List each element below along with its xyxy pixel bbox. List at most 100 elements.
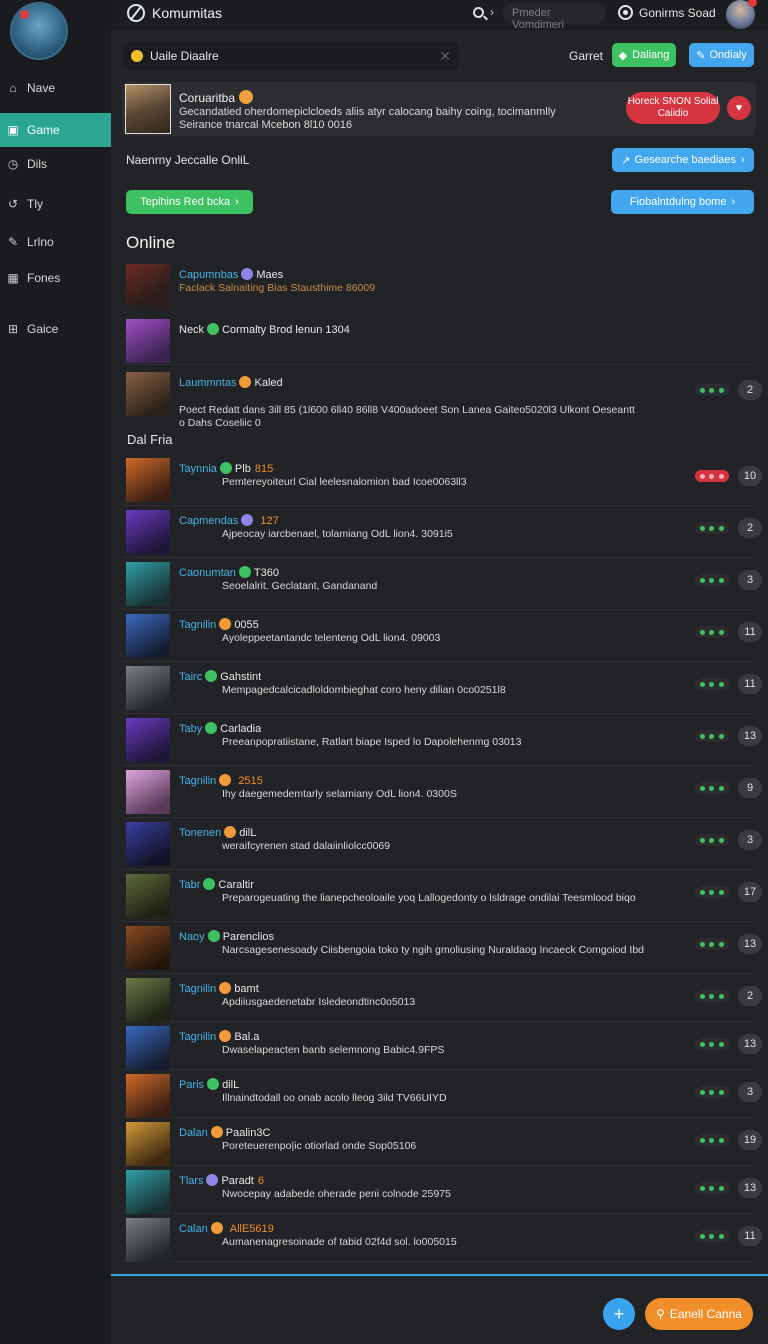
user-avatar[interactable] — [726, 0, 757, 29]
friend-activity: Ayoleppeetantandc telenteng OdL lion4. 0… — [222, 632, 441, 644]
emoji-icon — [239, 90, 254, 104]
count-badge: 13 — [738, 934, 762, 954]
level-value: 2515 — [238, 775, 263, 787]
presence-indicator — [695, 834, 729, 846]
game-thumbnail — [126, 614, 170, 658]
ondialy-button[interactable]: ✎ Ondialy — [689, 43, 754, 67]
cancel-link[interactable]: Garret — [569, 49, 603, 63]
cta-button-label: Eanell Canna — [669, 1307, 742, 1321]
heart-icon[interactable]: ♥ — [727, 96, 751, 120]
sidebar-item-lrlno[interactable]: ✎ Lrlno — [0, 226, 111, 258]
friend-row[interactable]: Capmendas 127 Ajpeocay iarcbenael, tolamia… — [122, 506, 762, 558]
game-thumbnail — [126, 822, 170, 866]
friend-row[interactable]: Tagnilin Bal.a Dwaselapeacten banb selemno… — [122, 1022, 762, 1070]
sidebar-item-label: Lrlno — [27, 235, 54, 249]
search-icon[interactable] — [473, 7, 484, 18]
level-value: 815 — [254, 463, 274, 475]
friend-row[interactable]: Dalan Paalin3C Poreteuerenpo|ic otiorlad o… — [122, 1118, 762, 1166]
user-name[interactable]: Gonirms Soad — [639, 6, 716, 20]
tepihins-button[interactable]: Tepihins Red bcka › — [126, 190, 253, 214]
friend-activity: Ihy daegemedemtarly selamiany OdL lion4.… — [222, 788, 457, 800]
friend-row[interactable]: Tonenen dilL weraifcyrenen stad dalaiinlio… — [122, 818, 762, 870]
level-value: 127 — [260, 515, 279, 527]
status-input[interactable]: Uaile Diaalre ✕ — [123, 42, 459, 70]
game-thumbnail — [126, 718, 170, 762]
count-badge: 3 — [738, 830, 762, 850]
friend-row[interactable]: Calan AllE5619 Aumanenagresoinade of tabid… — [122, 1214, 762, 1262]
status-icon — [203, 878, 216, 890]
count-badge: 3 — [738, 570, 762, 590]
gear-icon[interactable] — [618, 5, 633, 20]
search-badges-button[interactable]: ↗ Gesearche baediaes › — [612, 148, 754, 172]
presence-indicator — [695, 678, 729, 690]
clear-icon[interactable]: ✕ — [439, 48, 451, 65]
game-thumbnail — [126, 510, 170, 554]
search-input[interactable]: Pmeder Vomdimeri — [503, 3, 605, 31]
status-icon — [219, 462, 232, 474]
profile-avatar[interactable] — [10, 2, 68, 60]
friend-row[interactable]: Paris dilL Illnaindtodall oo onab acolo ll… — [122, 1070, 762, 1118]
friend-name: Tagnilin 2515 — [179, 774, 263, 787]
count-badge: 11 — [738, 674, 762, 694]
featured-title: Coruaritba — [179, 90, 254, 105]
sidebar-item-home[interactable]: ⌂ Nave — [0, 72, 111, 104]
sidebar-item-gaice[interactable]: ⊞ Gaice — [0, 313, 111, 345]
count-badge: 3 — [738, 1082, 762, 1102]
friend-row[interactable]: Naoy Parenclios Narcsagesenesoady Ciisbeng… — [122, 922, 762, 974]
friend-name: Tlars Paradt 6 — [179, 1174, 264, 1187]
list-item[interactable]: Neck Cormalty Brod lenun 1304 — [122, 315, 756, 365]
featured-pill-button[interactable]: Horeck SNON Solial Caiidio — [626, 92, 720, 124]
count-badge: 13 — [738, 1178, 762, 1198]
friend-name: Naoy Parenclios — [179, 930, 275, 943]
count-badge: 10 — [738, 466, 762, 486]
status-value: Uaile Diaalre — [150, 49, 219, 63]
sidebar-item-game[interactable]: ▣ Game — [0, 113, 111, 147]
status-icon — [207, 1078, 220, 1090]
list-item[interactable]: Laummntas Kaled Poect Redatt dans 3ill 85… — [122, 368, 762, 429]
friend-row[interactable]: Taby Carladia Preeanpopratiistane, Ratlart… — [122, 714, 762, 766]
friend-name: Neck Cormalty Brod lenun 1304 — [179, 323, 350, 336]
presence-indicator — [695, 1086, 729, 1098]
presence-indicator — [695, 1134, 729, 1146]
add-button[interactable]: + — [603, 1298, 635, 1330]
fiobalnt-button[interactable]: Fiobalntdulng bome › — [611, 190, 754, 214]
status-icon — [219, 774, 232, 786]
featured-thumbnail — [125, 84, 171, 134]
friend-row[interactable]: Tairc Gahstint Mempagedcalcicadloldombiegh… — [122, 662, 762, 714]
list-item[interactable]: Capumnbas Maes Faclack Salnaiting Bias St… — [122, 260, 756, 314]
game-thumbnail — [126, 1218, 170, 1262]
sidebar-item-fones[interactable]: ▦ Fones — [0, 262, 111, 294]
tepihins-label: Tepihins Red bcka — [140, 196, 231, 208]
home-icon: ⌂ — [9, 81, 17, 95]
friend-row[interactable]: Tagnilin bamt Apdiiusgaedenetabr Isledeond… — [122, 974, 762, 1022]
count-badge: 13 — [738, 726, 762, 746]
friend-row[interactable]: Tagnilin 2515 Ihy daegemedemtarly selamian… — [122, 766, 762, 818]
section-heading-friends: Dal Fria — [127, 432, 173, 447]
fiobalnt-label: Fiobalntdulng bome — [629, 196, 727, 208]
sidebar-item-dils[interactable]: ◷ Dils — [0, 148, 111, 180]
friend-row[interactable]: Taynnia Plb 815 Pemtereyoiteurl Cial leeles… — [122, 454, 762, 506]
game-thumbnail — [126, 1122, 170, 1166]
sidebar-item-label: Gaice — [27, 322, 59, 336]
chevron-right-icon[interactable]: › — [490, 5, 494, 19]
friend-activity: Nwocepay adabede oherade peni colnode 25… — [222, 1188, 451, 1200]
friend-row[interactable]: Caonumtan T360 Seoelalrit. Geclatant, Gand… — [122, 558, 762, 610]
presence-indicator — [695, 384, 729, 396]
friend-name: Tagnilin Bal.a — [179, 1030, 260, 1043]
friend-name: Laummntas Kaled — [179, 376, 283, 389]
tag-icon: ◆ — [618, 49, 628, 62]
featured-card[interactable]: Coruaritba Gecandatied oherdomepiclcloed… — [122, 82, 756, 136]
main-panel: Uaile Diaalre ✕ Garret ◆ Daliang ✎ Ondialy… — [111, 30, 768, 1344]
gift-icon: ⊞ — [7, 322, 19, 336]
history-icon: ↺ — [7, 197, 19, 211]
status-icon — [241, 268, 254, 280]
sidebar-item-tly[interactable]: ↺ Tly — [0, 188, 111, 220]
cta-button[interactable]: ⚲ Eanell Canna — [645, 1298, 753, 1330]
daliang-button[interactable]: ◆ Daliang — [612, 43, 676, 67]
game-thumbnail — [126, 562, 170, 606]
friend-row[interactable]: Tagnilin 0055 Ayoleppeetantandc telenteng … — [122, 610, 762, 662]
bottom-bar: + ⚲ Eanell Canna — [111, 1274, 768, 1344]
friend-row[interactable]: Tabr Caraltir Preparogeuating the lianepch… — [122, 870, 762, 922]
friend-row[interactable]: Tlars Paradt 6 Nwocepay adabede oherade pen… — [122, 1166, 762, 1214]
status-icon — [205, 670, 218, 682]
